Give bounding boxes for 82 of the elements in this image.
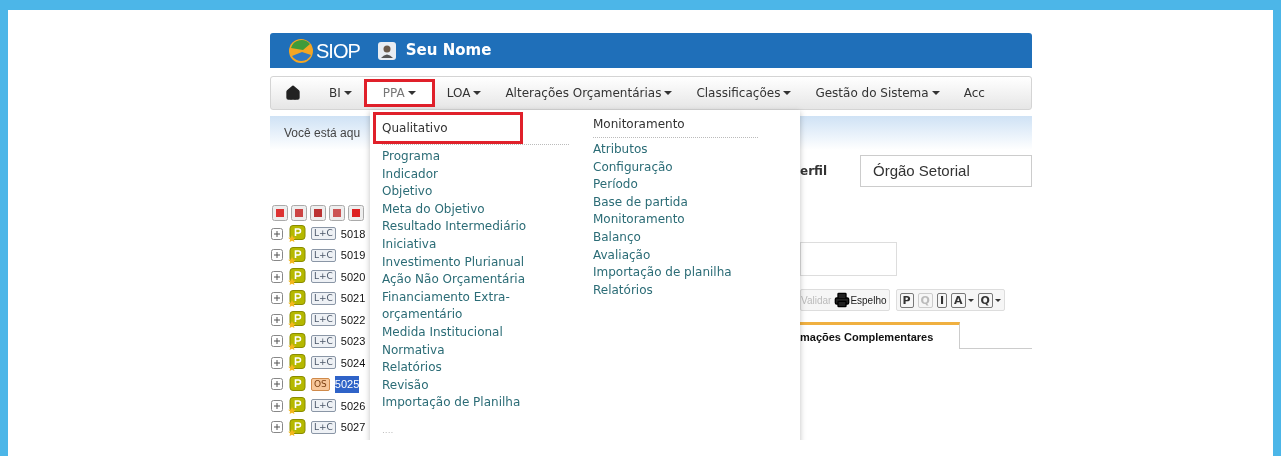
type-badge: OS xyxy=(311,377,330,391)
menu-section-header: Monitoramento xyxy=(592,116,686,133)
logo-icon xyxy=(288,37,314,64)
tab[interactable]: mações Complementares xyxy=(800,322,960,349)
menu-item[interactable]: Avaliação xyxy=(593,246,788,265)
menu-item[interactable]: Atributos xyxy=(593,141,788,159)
letter-tool-button[interactable]: P xyxy=(899,292,914,308)
menu-item[interactable]: Base de partida xyxy=(593,193,788,212)
type-badge: L+C xyxy=(311,356,336,370)
nav-menu-item[interactable]: Gestão do Sistema xyxy=(803,79,952,107)
menu-item[interactable]: Relatórios xyxy=(593,281,788,300)
type-badge: L+C xyxy=(311,227,336,241)
nav-menu-item[interactable]: Classificações xyxy=(684,79,804,107)
tree-item[interactable]: 5026 xyxy=(340,397,366,414)
expand-icon[interactable] xyxy=(271,292,283,305)
menu-section-header: Qualitativo xyxy=(373,112,523,144)
expand-icon[interactable] xyxy=(271,378,283,391)
menu-item[interactable]: Investimento Plurianual xyxy=(382,253,558,272)
type-badge: L+C xyxy=(311,334,336,348)
breadcrumb-text: Você está aqu xyxy=(284,125,361,142)
menu-item[interactable]: Programa xyxy=(382,148,558,166)
type-badge: L+C xyxy=(311,399,336,413)
menu-item[interactable]: Iniciativa xyxy=(382,235,558,254)
input-field[interactable] xyxy=(800,242,897,276)
print-icon[interactable] xyxy=(834,292,851,308)
expand-icon[interactable] xyxy=(271,421,283,434)
type-badge: L+C xyxy=(311,291,336,305)
print-button[interactable]: Espelho xyxy=(850,292,887,308)
profile-label: erfil xyxy=(800,163,829,180)
expand-icon[interactable] xyxy=(271,399,283,412)
tool-icon[interactable] xyxy=(291,205,307,221)
profile-select[interactable]: Órgão Setorial xyxy=(860,155,1032,187)
menu-item[interactable]: Configuração xyxy=(593,158,788,177)
expand-icon[interactable] xyxy=(271,313,283,326)
tool-icon[interactable] xyxy=(272,205,288,221)
nav-menu-item[interactable]: Alterações Orçamentárias xyxy=(493,79,685,107)
expand-icon[interactable] xyxy=(271,227,283,240)
nav-menu-item[interactable]: PPA xyxy=(363,79,435,107)
menu-item[interactable]: Financiamento Extra-orçamentário xyxy=(382,288,558,324)
menu-item[interactable]: Normativa xyxy=(382,341,558,360)
menu-item[interactable]: Importação de Planilha xyxy=(382,394,558,412)
type-badge: L+C xyxy=(311,248,336,262)
expand-icon[interactable] xyxy=(271,356,283,369)
tree-item[interactable]: 5024 xyxy=(340,354,366,371)
menu-item[interactable]: Período xyxy=(593,176,788,194)
type-badge: L+C xyxy=(311,270,336,284)
tool-icon[interactable] xyxy=(348,205,364,221)
menu-item[interactable]: Objetivo xyxy=(382,183,558,201)
tree-item[interactable]: 5021 xyxy=(340,290,366,307)
letter-tool-button[interactable]: I xyxy=(936,292,948,308)
menu-item[interactable]: Meta do Objetivo xyxy=(382,200,558,219)
menu-item[interactable]: Medida Institucional xyxy=(382,323,558,342)
tree-item[interactable]: 5027 xyxy=(340,419,366,436)
type-badge: L+C xyxy=(311,420,336,434)
expand-icon[interactable] xyxy=(271,249,283,262)
menu-item[interactable]: Indicador xyxy=(382,165,558,184)
tree-item[interactable]: 5025 xyxy=(334,376,360,393)
menu-item[interactable]: Revisão xyxy=(382,376,558,395)
more-indicator: .... xyxy=(382,423,395,437)
menu-item[interactable]: Importação de planilha xyxy=(593,264,788,282)
menu-item[interactable]: Monitoramento xyxy=(593,211,788,229)
tree-item[interactable]: 5022 xyxy=(340,311,366,328)
menu-item[interactable]: Ação Não Orçamentária xyxy=(382,271,558,289)
home-icon[interactable] xyxy=(285,85,301,101)
type-badge: L+C xyxy=(311,313,336,327)
tool-icon[interactable] xyxy=(329,205,345,221)
tree-item[interactable]: 5019 xyxy=(340,247,366,264)
menu-item[interactable]: Resultado Intermediário xyxy=(382,218,558,236)
menu-item[interactable]: Balanço xyxy=(593,228,788,247)
user-icon xyxy=(377,41,396,60)
tree-item[interactable]: 5020 xyxy=(340,268,366,285)
nav-menu-item[interactable]: Acc xyxy=(951,79,997,107)
expand-icon[interactable] xyxy=(271,270,283,283)
tree-item[interactable]: 5023 xyxy=(340,333,366,350)
tool-icon[interactable] xyxy=(310,205,326,221)
nav-menu-item[interactable]: LOA xyxy=(434,79,494,107)
logo-text: SIOP xyxy=(316,38,360,64)
nav-menu-item[interactable]: BI xyxy=(317,79,364,107)
tree-item[interactable]: 5018 xyxy=(340,225,366,242)
expand-icon[interactable] xyxy=(271,335,283,348)
user-name[interactable]: Seu Nome xyxy=(405,39,492,62)
menu-item[interactable]: Relatórios xyxy=(382,359,558,377)
